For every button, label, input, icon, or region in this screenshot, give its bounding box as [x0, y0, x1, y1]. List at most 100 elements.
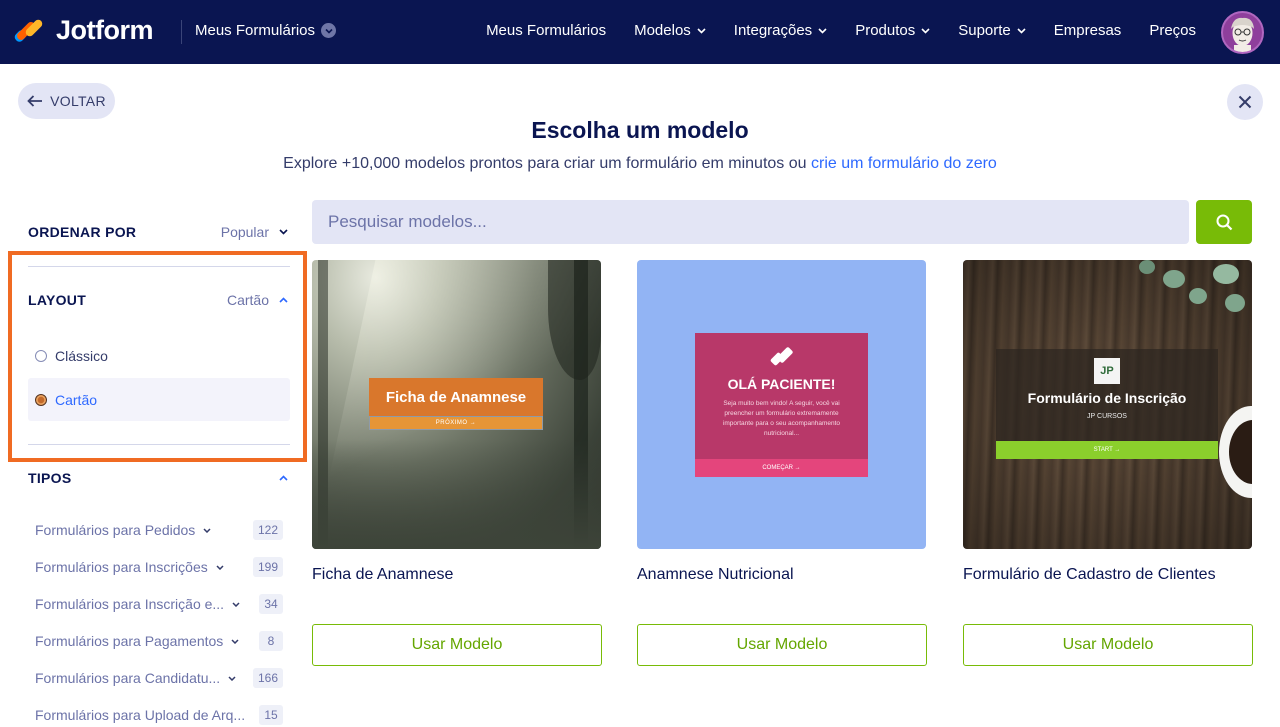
back-button[interactable]: VOLTAR: [18, 83, 115, 119]
header-divider: [181, 20, 182, 44]
chevron-down-icon: [231, 638, 239, 644]
type-item[interactable]: Formulários para Inscrição e... 34: [35, 592, 285, 616]
type-count-badge: 122: [252, 520, 283, 540]
radio-button[interactable]: [35, 349, 47, 362]
chevron-down-icon: [1017, 27, 1026, 34]
nav-label: Meus Formulários: [486, 22, 607, 39]
chevron-down-icon: [921, 27, 930, 34]
layout-option-card[interactable]: Cartão: [28, 378, 290, 421]
close-button[interactable]: [1227, 84, 1263, 120]
nav-templates[interactable]: Modelos: [634, 22, 706, 39]
nav-my-forms[interactable]: Meus Formulários: [486, 22, 606, 39]
user-avatar[interactable]: [1221, 11, 1264, 54]
chevron-down-icon: [279, 229, 288, 235]
template-title[interactable]: Ficha de Anamnese: [312, 566, 453, 584]
chevron-down-icon: [321, 23, 337, 38]
option-label: Cartão: [55, 391, 98, 408]
type-item[interactable]: Formulários para Candidatu... 166: [35, 666, 285, 690]
nav-integrations[interactable]: Integrações: [734, 22, 827, 39]
option-label: Clássico: [55, 347, 108, 364]
type-count-badge: 34: [259, 594, 283, 614]
form-logo-icon: [770, 347, 793, 366]
sort-by-row[interactable]: ORDENAR POR Popular: [28, 224, 288, 240]
radio-button-selected[interactable]: [35, 393, 47, 406]
divider: [28, 444, 290, 445]
template-title[interactable]: Formulário de Cadastro de Clientes: [963, 566, 1216, 584]
use-template-button[interactable]: Usar Modelo: [312, 624, 602, 666]
create-from-scratch-link[interactable]: crie um formulário do zero: [811, 155, 997, 172]
nav-label: Modelos: [634, 22, 691, 39]
close-icon: [1238, 95, 1252, 109]
type-item[interactable]: Formulários para Pagamentos 8: [35, 629, 285, 653]
template-title[interactable]: Anamnese Nutricional: [637, 566, 794, 584]
nav-label: Preços: [1149, 22, 1196, 39]
sort-by-label: ORDENAR POR: [28, 224, 137, 240]
nav-enterprise[interactable]: Empresas: [1054, 22, 1122, 39]
types-header[interactable]: TIPOS: [28, 470, 288, 486]
search-icon: [1216, 214, 1232, 230]
template-card[interactable]: JP Formulário de Inscrição JP CURSOS STA…: [963, 260, 1253, 666]
my-forms-label: Meus Formulários: [195, 22, 316, 39]
type-label: Formulários para Candidatu...: [35, 670, 221, 686]
thumbnail-text: Seja muito bem vindo! A seguir, você vai…: [722, 400, 841, 437]
thumbnail-form-card: OLÁ PACIENTE! Seja muito bem vindo! A se…: [695, 333, 868, 477]
plant-leaf: [1189, 288, 1207, 304]
back-label: VOLTAR: [50, 93, 106, 109]
type-label: Formulários para Inscrição e...: [35, 596, 225, 612]
plant-leaf: [1213, 264, 1239, 284]
types-label: TIPOS: [28, 470, 72, 486]
jotform-logo-icon: [13, 14, 44, 46]
chevron-down-icon: [228, 675, 236, 681]
nav-products[interactable]: Produtos: [855, 22, 930, 39]
page-subtitle: Explore +10,000 modelos prontos para cri…: [0, 155, 1280, 173]
thumbnail-subheading: JP CURSOS: [1087, 413, 1127, 420]
brand-name: Jotform: [56, 14, 154, 45]
layout-option-classic[interactable]: Clássico: [28, 334, 290, 377]
use-template-button[interactable]: Usar Modelo: [963, 624, 1253, 666]
forest-ground: [312, 439, 601, 549]
layout-header[interactable]: LAYOUT Cartão: [28, 292, 288, 308]
template-card[interactable]: Ficha de Anamnese PRÓXIMO → Ficha de Ana…: [312, 260, 602, 666]
search-bar: [312, 200, 1189, 244]
nav-pricing[interactable]: Preços: [1149, 22, 1196, 39]
arrow-left-icon: [27, 95, 43, 107]
plant-leaf: [1163, 270, 1185, 288]
main-nav: Meus Formulários Modelos Integrações Pro…: [486, 22, 1196, 39]
template-thumbnail[interactable]: OLÁ PACIENTE! Seja muito bem vindo! A se…: [637, 260, 926, 549]
type-item[interactable]: Formulários para Inscrições 199: [35, 555, 285, 579]
thumbnail-heading: OLÁ PACIENTE!: [727, 376, 836, 392]
plant-leaf: [1139, 260, 1155, 274]
my-forms-dropdown[interactable]: Meus Formulários: [195, 22, 337, 39]
layout-value[interactable]: Cartão: [227, 292, 288, 308]
type-label: Formulários para Upload de Arq...: [35, 707, 246, 723]
thumbnail-start-button: COMEÇAR →: [695, 459, 868, 477]
search-input[interactable]: [328, 212, 1128, 232]
thumbnail-heading: Formulário de Inscrição: [1027, 390, 1187, 406]
subtitle-text: Explore +10,000 modelos prontos para cri…: [283, 155, 811, 172]
sort-value-label: Popular: [220, 224, 269, 240]
template-thumbnail[interactable]: Ficha de Anamnese PRÓXIMO →: [312, 260, 601, 549]
sort-by-value[interactable]: Popular: [221, 224, 288, 240]
template-card[interactable]: OLÁ PACIENTE! Seja muito bem vindo! A se…: [637, 260, 927, 666]
layout-label: LAYOUT: [28, 292, 87, 308]
nav-label: Empresas: [1053, 22, 1122, 39]
type-count-badge: 166: [252, 668, 283, 688]
type-item[interactable]: Formulários para Upload de Arq... 15: [35, 703, 285, 727]
top-navigation-bar: Jotform Meus Formulários Meus Formulário…: [0, 0, 1280, 64]
type-count-badge: 199: [252, 557, 283, 577]
thumbnail-heading: Ficha de Anamnese: [369, 378, 543, 416]
jotform-logo[interactable]: Jotform: [13, 14, 154, 46]
nav-support[interactable]: Suporte: [958, 22, 1026, 39]
chevron-down-icon: [216, 564, 224, 570]
use-template-button[interactable]: Usar Modelo: [637, 624, 927, 666]
type-item[interactable]: Formulários para Pedidos 122: [35, 518, 285, 542]
type-label: Formulários para Pagamentos: [35, 633, 224, 649]
chevron-up-icon: [279, 297, 288, 303]
search-button[interactable]: [1196, 200, 1252, 244]
chevron-down-icon: [818, 27, 827, 34]
type-count-badge: 15: [259, 705, 283, 725]
page-title: Escolha um modelo: [531, 117, 749, 143]
template-thumbnail[interactable]: JP Formulário de Inscrição JP CURSOS STA…: [963, 260, 1252, 549]
chevron-up-icon: [279, 475, 288, 481]
nav-label: Integrações: [733, 22, 813, 39]
